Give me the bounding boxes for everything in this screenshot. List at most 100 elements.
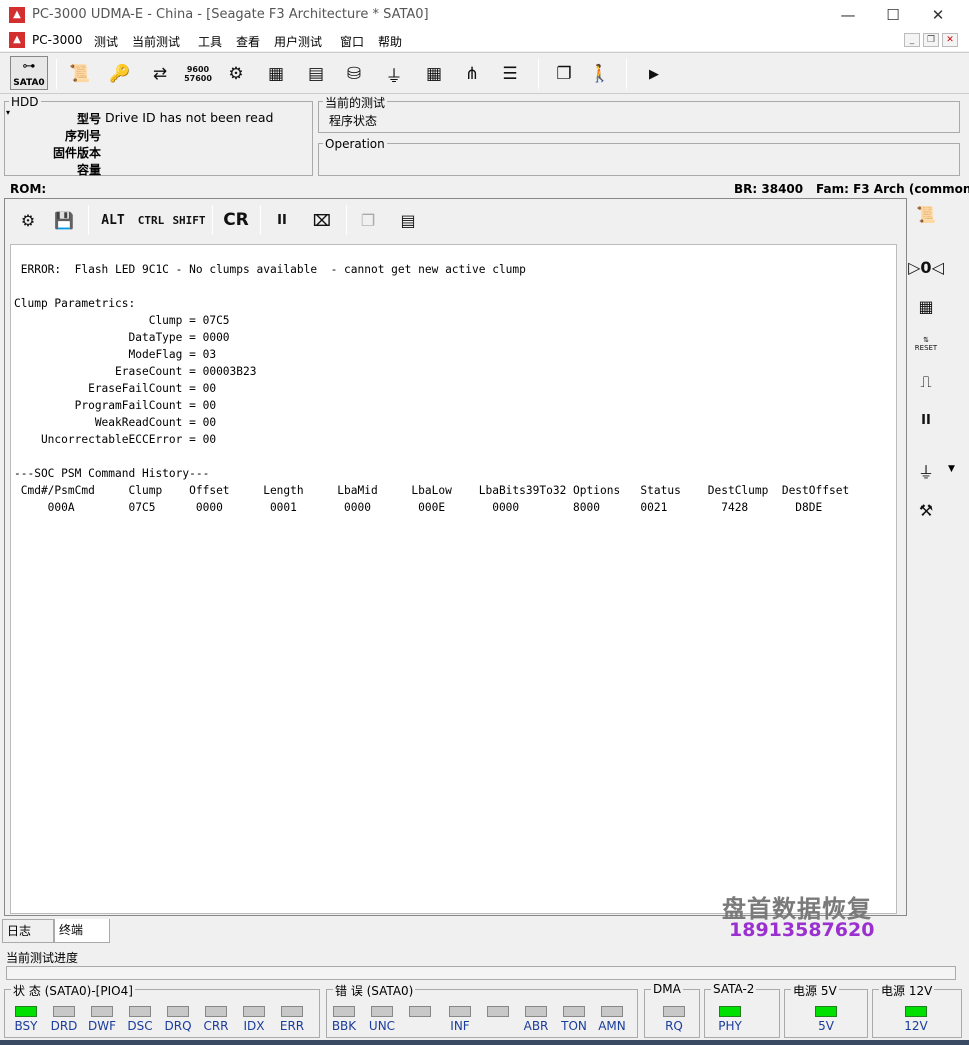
menu-view[interactable]: 查看 xyxy=(236,33,260,50)
status-led xyxy=(53,1006,75,1017)
signal-icon[interactable]: ⎍ xyxy=(912,368,940,396)
status-led xyxy=(409,1006,431,1017)
status-led-label: 5V xyxy=(818,1019,834,1033)
progress-bar xyxy=(6,966,956,980)
main-toolbar: ⊶ SATA0 📜 🔑 ⇄ 9600 57600 ⚙ ▦ ▤ ⛁ ⏚ ▦ ⋔ ☰… xyxy=(0,52,969,94)
status-group-title: 电源 5V xyxy=(791,982,839,999)
hdd-group: HDD ▾ 型号 Drive ID has not been read 序列号 … xyxy=(4,95,313,177)
close-save-icon[interactable]: ⌧ xyxy=(308,206,336,234)
status-led-label: UNC xyxy=(368,1019,396,1033)
current-test-group: 当前的测试 程序状态 xyxy=(318,94,960,133)
status-led-label: ERR xyxy=(279,1019,305,1033)
status-group-title: 电源 12V xyxy=(879,982,935,999)
menu-window[interactable]: 窗口 xyxy=(340,33,364,50)
list-icon[interactable]: ☰ xyxy=(496,60,524,88)
terminal-line: WeakReadCount = 00 xyxy=(14,416,217,429)
reset-icon[interactable]: ⇅ RESET xyxy=(912,330,940,358)
sata0-port-button[interactable]: ⊶ SATA0 xyxy=(10,56,48,90)
more-arrow-icon[interactable]: ▶ xyxy=(640,60,668,88)
expand-arrow-icon[interactable]: ▼ xyxy=(948,464,955,474)
status-led xyxy=(167,1006,189,1017)
key-icon[interactable]: 🔑 xyxy=(106,60,134,88)
terminal-line: ---SOC PSM Command History--- xyxy=(14,467,210,480)
windows-icon[interactable]: ❐ xyxy=(550,60,578,88)
status-led-label: BBK xyxy=(331,1019,357,1033)
terminal-settings-icon[interactable]: ⚙ xyxy=(14,206,42,234)
rom-label: ROM: xyxy=(10,182,47,196)
maximize-button[interactable]: ☐ xyxy=(870,0,916,30)
ctrl-button[interactable]: CTRL xyxy=(134,206,168,234)
status-led-label: ABR xyxy=(523,1019,549,1033)
power-zero-icon[interactable]: ▷0◁ xyxy=(908,253,944,281)
model-label: 型号 xyxy=(76,112,101,126)
tab-log[interactable]: 日志 xyxy=(2,919,54,943)
grid-icon[interactable]: ▦ xyxy=(420,60,448,88)
status-led-label: IDX xyxy=(243,1019,265,1033)
mdi-minimize-button[interactable]: _ xyxy=(904,33,920,47)
status-led xyxy=(371,1006,393,1017)
status-led xyxy=(91,1006,113,1017)
terminal-save-icon[interactable]: 💾 xyxy=(50,206,78,234)
cr-button[interactable]: CR xyxy=(220,206,252,234)
alt-button[interactable]: ALT xyxy=(96,206,130,234)
tree-icon[interactable]: ⋔ xyxy=(458,60,486,88)
menu-test[interactable]: 测试 xyxy=(94,33,118,50)
mdi-close-button[interactable]: ✕ xyxy=(942,33,958,47)
watermark-phone: 18913587620 xyxy=(729,919,875,941)
chip-board-icon[interactable]: ▦ xyxy=(912,292,940,320)
doc-info-icon[interactable]: 📜 xyxy=(912,200,940,228)
pause-icon[interactable]: II xyxy=(912,406,940,434)
current-test-value: 程序状态 xyxy=(329,114,378,128)
operation-title: Operation xyxy=(323,137,387,151)
close-button[interactable]: ✕ xyxy=(915,0,961,30)
mdi-app-icon[interactable]: ▲ xyxy=(9,32,25,48)
menu-bar: ▲ PC-3000 测试 当前测试 工具 查看 用户测试 窗口 帮助 _ ❐ ✕ xyxy=(0,30,969,51)
status-led xyxy=(333,1006,355,1017)
status-led xyxy=(601,1006,623,1017)
print-icon[interactable]: ▤ xyxy=(394,206,422,234)
tab-terminal[interactable]: 终端 xyxy=(54,919,110,943)
status-group-title: 错 误 (SATA0) xyxy=(333,982,416,999)
menu-app[interactable]: PC-3000 xyxy=(32,33,82,47)
transfer-icon[interactable]: ⇄ xyxy=(146,60,174,88)
heads-load-icon[interactable]: ⏚ xyxy=(912,457,940,485)
status-group-title: 状 态 (SATA0)-[PIO4] xyxy=(11,982,135,999)
tools-icon[interactable]: ⚒ xyxy=(912,496,940,524)
menu-user-test[interactable]: 用户测试 xyxy=(274,33,322,50)
status-led xyxy=(449,1006,471,1017)
menu-tools[interactable]: 工具 xyxy=(198,33,222,50)
model-value: Drive ID has not been read xyxy=(105,110,274,125)
pause-button[interactable]: II xyxy=(268,206,296,234)
mdi-restore-button[interactable]: ❐ xyxy=(923,33,939,47)
menu-current-test[interactable]: 当前测试 xyxy=(132,33,180,50)
shift-button[interactable]: SHIFT xyxy=(170,206,208,234)
heads-icon[interactable]: ⏚ xyxy=(380,60,408,88)
terminal-line: ModeFlag = 03 xyxy=(14,348,217,361)
baud-icon[interactable]: 9600 57600 xyxy=(184,60,212,88)
status-led-label: AMN xyxy=(598,1019,626,1033)
terminal-line: Clump Parametrics: xyxy=(14,297,136,310)
gears-icon[interactable]: ⚙ xyxy=(222,60,250,88)
status-group: SATA-2 PHY xyxy=(704,982,780,1038)
board-icon[interactable]: ▤ xyxy=(302,60,330,88)
menu-help[interactable]: 帮助 xyxy=(378,33,402,50)
terminal-output[interactable]: ERROR: Flash LED 9C1C - No clumps availa… xyxy=(10,244,897,914)
terminal-toolbar-separator xyxy=(88,205,89,235)
baud-top: 9600 xyxy=(186,65,210,74)
minimize-button[interactable]: — xyxy=(825,0,871,30)
terminal-line: ERROR: Flash LED 9C1C - No clumps availa… xyxy=(14,263,526,276)
status-led xyxy=(243,1006,265,1017)
status-led-label: RQ xyxy=(665,1019,683,1033)
platter-icon[interactable]: ⛁ xyxy=(340,60,368,88)
status-led-label: DRQ xyxy=(164,1019,192,1033)
run-icon[interactable]: 🚶 xyxy=(586,60,614,88)
chip-icon[interactable]: ▦ xyxy=(262,60,290,88)
status-group-title: SATA-2 xyxy=(711,982,757,996)
copy-icon[interactable]: ❐ xyxy=(354,206,382,234)
status-led xyxy=(281,1006,303,1017)
baud-rate: BR: 38400 xyxy=(734,182,804,196)
app-logo-icon[interactable]: ▲ xyxy=(9,7,25,23)
terminal-line: DataType = 0000 xyxy=(14,331,230,344)
hdd-info-icon[interactable]: 📜 xyxy=(66,60,94,88)
terminal-line: EraseFailCount = 00 xyxy=(14,382,217,395)
